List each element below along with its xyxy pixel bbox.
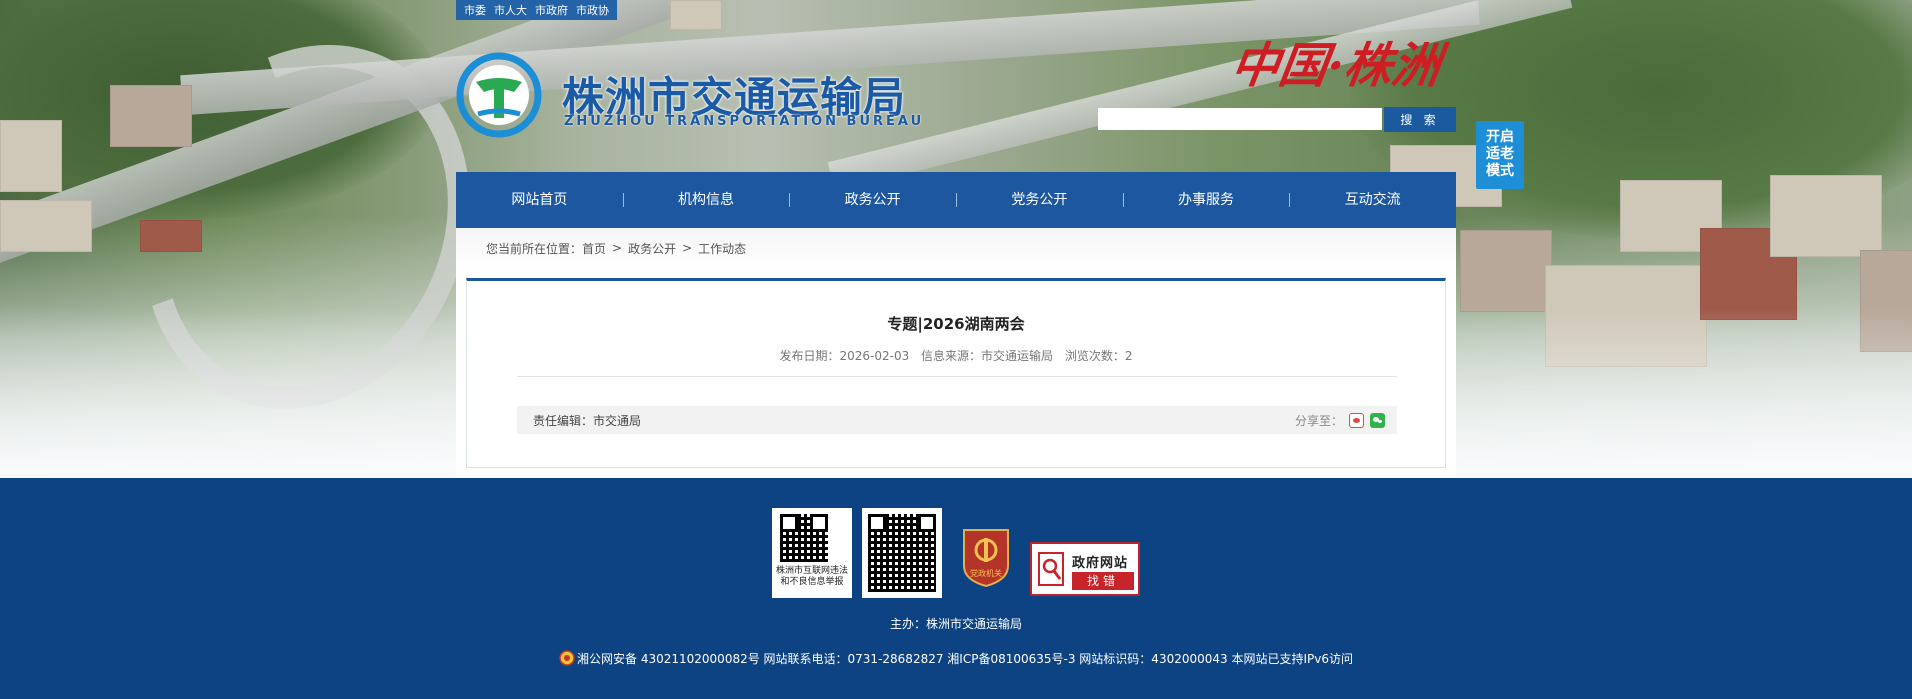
editor-bar: 责任编辑：市交通局 分享至： [517, 406, 1397, 434]
party-government-badge-icon[interactable]: 党政机关 [960, 526, 1012, 588]
nav-item-home[interactable]: 网站首页 [456, 172, 623, 228]
article-title: 专题|2026湖南两会 [887, 315, 1025, 333]
nav-item-services[interactable]: 办事服务 [1122, 172, 1290, 228]
breadcrumb-home[interactable]: 首页 [582, 240, 606, 257]
report-qr-caption: 株洲市互联网违法和不良信息举报 [775, 566, 848, 587]
gov-find-button: 找错 [1072, 572, 1134, 590]
record-info-line: 湘公网安备 43021102000082号 网站联系电话：0731-286828… [0, 650, 1912, 667]
scenery-building [110, 85, 192, 147]
search-input[interactable] [1098, 108, 1382, 130]
share-label: 分享至： [1294, 413, 1343, 428]
top-link[interactable]: 市委 [464, 2, 486, 18]
nav-item-organization[interactable]: 机构信息 [622, 172, 790, 228]
scenery-building [0, 120, 62, 192]
top-link[interactable]: 市政府 [535, 2, 568, 18]
nav-item-party-affairs[interactable]: 党务公开 [956, 172, 1123, 228]
search-button[interactable]: 搜 索 [1384, 107, 1456, 132]
main-nav: 网站首页 机构信息 政务公开 党务公开 办事服务 互动交流 [456, 172, 1456, 228]
breadcrumb-separator: > [612, 241, 623, 255]
article-panel: 专题|2026湖南两会 发布日期：2026-02-03 信息来源：市交通运输局 … [466, 278, 1446, 468]
breadcrumb-prefix: 您当前所在位置： [486, 241, 583, 256]
view-count: 浏览次数：2 [1064, 349, 1133, 363]
top-link[interactable]: 市人大 [494, 2, 527, 18]
wechat-share-icon[interactable] [1370, 412, 1385, 428]
top-links-bar: 市委 市人大 市政府 市政协 [456, 0, 617, 20]
sponsor-text: 主办：株洲市交通运输局 [889, 617, 1022, 631]
magnifier-icon [1038, 552, 1064, 586]
wechat-qr-code[interactable] [862, 508, 942, 598]
main-content: 网站首页 机构信息 政务公开 党务公开 办事服务 互动交流 您当前所在位置： 首… [456, 172, 1456, 478]
record-info[interactable]: 湘公网安备 43021102000082号 网站联系电话：0731-286828… [577, 652, 1353, 666]
weibo-share-icon[interactable] [1349, 412, 1364, 428]
breadcrumb-separator: > [682, 241, 693, 255]
breadcrumb-work-news[interactable]: 工作动态 [698, 240, 746, 257]
breadcrumb-government-affairs[interactable]: 政务公开 [628, 240, 676, 257]
scenery-building [0, 200, 92, 252]
article-meta: 发布日期：2026-02-03 信息来源：市交通运输局 浏览次数：2 [467, 347, 1445, 364]
scenery-building [670, 0, 722, 30]
report-qr-code[interactable]: 株洲市互联网违法和不良信息举报 [772, 508, 852, 598]
nav-item-government-affairs[interactable]: 政务公开 [789, 172, 956, 228]
qr-code-icon [780, 514, 828, 562]
site-title-english: ZHUZHOU TRANSPORTATION BUREAU [564, 114, 925, 129]
divider [517, 376, 1397, 377]
scenery-building [140, 220, 202, 252]
scenery-building [1460, 230, 1552, 312]
share-group: 分享至： [1295, 412, 1385, 429]
police-badge-icon [559, 650, 575, 666]
elder-mode-button[interactable]: 开启适老模式 [1476, 121, 1524, 189]
scenery-building [1770, 175, 1882, 257]
top-link[interactable]: 市政协 [576, 2, 609, 18]
nav-item-interaction[interactable]: 互动交流 [1289, 172, 1456, 228]
city-slogan: 中国·株洲 [1227, 38, 1444, 94]
gov-site-error-report[interactable]: 政府网站 找错 [1030, 542, 1140, 596]
qr-code-icon [868, 514, 936, 592]
breadcrumb: 您当前所在位置： 首页 > 政务公开 > 工作动态 [456, 228, 1456, 268]
bureau-emblem-icon[interactable] [456, 52, 542, 138]
publish-date: 发布日期：2026-02-03 [779, 349, 910, 363]
gov-find-title: 政府网站 [1072, 556, 1129, 571]
footer: 株洲市互联网违法和不良信息举报 党政机关 政府网站 找错 主办：株洲市交通运输局… [0, 478, 1912, 699]
responsible-editor: 责任编辑：市交通局 [533, 413, 642, 428]
info-source: 信息来源：市交通运输局 [921, 349, 1054, 363]
party-badge-text: 党政机关 [970, 568, 1002, 578]
